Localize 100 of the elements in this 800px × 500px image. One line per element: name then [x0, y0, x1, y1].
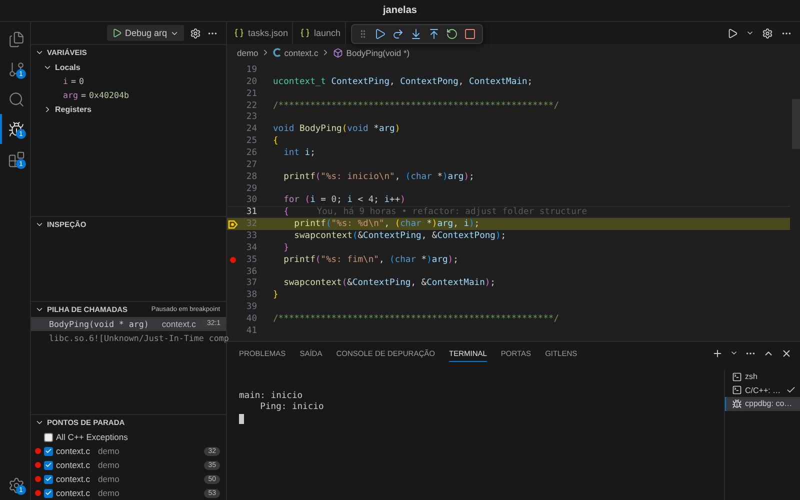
code-line: printf("%s: inicio\n", (char *)arg); — [282, 172, 474, 182]
line-number: 33 — [245, 230, 257, 241]
breadcrumb-item[interactable]: context.c — [284, 48, 318, 58]
step-out-icon[interactable] — [428, 28, 440, 40]
settings-icon[interactable] — [762, 28, 773, 38]
frame-file: context.c — [162, 318, 196, 329]
code-line: ucontext_t ContextPing, ContextPong, ContextMain; — [273, 76, 533, 87]
breakpoint-dot — [35, 448, 41, 454]
line-number: 29 — [245, 184, 257, 194]
terminal-item[interactable]: cppdbg: co… — [725, 397, 800, 410]
play-icon — [112, 28, 122, 38]
braces-icon — [234, 28, 244, 38]
step-over-icon[interactable] — [392, 28, 404, 40]
chevron-down-icon[interactable] — [35, 418, 44, 427]
variable-name: arg — [63, 90, 78, 100]
line-number: 34 — [245, 242, 257, 253]
checkbox[interactable] — [44, 488, 53, 498]
terminal-icon — [732, 385, 742, 396]
line-number: 37 — [245, 278, 257, 288]
line-number: 39 — [245, 302, 257, 312]
grip-icon[interactable] — [358, 29, 368, 39]
breakpoint-folder: demo — [98, 474, 120, 484]
code-line: } — [282, 242, 289, 253]
checkbox[interactable] — [44, 460, 53, 470]
files-icon — [8, 30, 24, 48]
breakpoint-file: context.c — [56, 488, 90, 498]
stack-frame[interactable]: libc.so.6![Unknown/Just-In-Time comp — [31, 330, 226, 345]
window-title: janelas — [383, 5, 417, 16]
continue-icon[interactable] — [374, 28, 386, 40]
terminal-item[interactable]: C/C++: … — [725, 384, 800, 397]
checkbox[interactable] — [44, 474, 53, 484]
line-number: 23 — [245, 112, 257, 122]
step-into-icon[interactable] — [410, 28, 422, 40]
terminal-line: main: inicio — [239, 391, 304, 402]
run-icon[interactable] — [727, 28, 738, 38]
breakpoint-folder: demo — [98, 488, 120, 498]
breakpoint-file: context.c — [56, 460, 90, 470]
breadcrumb-item[interactable]: demo — [237, 48, 258, 58]
tab-label: launch — [314, 28, 341, 38]
terminal[interactable]: main: inicio Ping: inicio — [227, 364, 724, 500]
variable-name: i — [63, 76, 68, 86]
breakpoint-dot — [35, 476, 41, 482]
debug-config-button[interactable]: Debug arq — [106, 25, 184, 42]
line-number: 38 — [245, 290, 257, 300]
terminal-name: cppdbg: co… — [745, 399, 792, 408]
terminal-icon — [732, 372, 742, 382]
stop-icon[interactable] — [464, 28, 476, 40]
breakpoint-dot[interactable] — [230, 256, 236, 263]
breakpoint-dot — [35, 490, 41, 496]
line-number: 36 — [245, 266, 257, 277]
line-number: 30 — [245, 195, 257, 206]
chevron-down-icon[interactable] — [730, 349, 738, 357]
code-line: /****************************************************/ — [273, 100, 559, 111]
code-line: int i; — [282, 148, 316, 158]
add-icon[interactable] — [712, 348, 723, 358]
variable-value: 0x40204b — [89, 90, 129, 100]
breakpoint-file: context.c — [56, 446, 90, 456]
terminal-name: zsh — [745, 372, 758, 382]
frame-name: BodyPing(void * arg) — [49, 318, 149, 329]
breadcrumb-item[interactable]: BodyPing(void *) — [346, 48, 410, 58]
scope-label: Locals — [55, 62, 80, 72]
code-line: printf("%s: %d\n", (char *)arg, i); — [293, 219, 480, 230]
code-line: /****************************************************/ — [273, 314, 559, 324]
line-number: 35 — [245, 254, 257, 265]
line-number: 41 — [245, 326, 257, 336]
chevron-right-icon[interactable] — [43, 104, 52, 114]
breakpoint-folder: demo — [98, 446, 120, 456]
equals-sign: = — [71, 76, 76, 86]
chevron-down-icon[interactable] — [746, 29, 754, 37]
terminal-item[interactable]: zsh — [725, 370, 800, 384]
line-number: 27 — [245, 160, 257, 170]
code-line: for (i = 0; i < 4; i++) — [282, 195, 406, 206]
bug-icon — [732, 398, 742, 409]
search-icon — [8, 90, 24, 108]
settings-icon — [8, 476, 24, 494]
line-number: 20 — [245, 76, 257, 87]
checkbox[interactable] — [44, 446, 53, 456]
tab-label: tasks.json — [248, 28, 288, 38]
line-number: 21 — [245, 88, 257, 99]
breakpoint-label: All C++ Exceptions — [56, 432, 128, 442]
line-number: 19 — [245, 64, 257, 75]
frame-name: libc.so.6![Unknown/Just-In-Time comp — [49, 332, 229, 343]
terminal-line: Ping: inicio — [259, 402, 325, 413]
settings-icon[interactable] — [190, 28, 201, 39]
line-number: 40 — [245, 314, 257, 324]
restart-icon[interactable] — [446, 28, 458, 40]
line-number: 22 — [245, 100, 257, 111]
breakpoint-file: context.c — [56, 474, 90, 484]
close-icon[interactable] — [781, 348, 792, 358]
line-number: 25 — [245, 136, 257, 146]
terminal-name: C/C++: … — [745, 386, 781, 395]
code-line: { — [282, 207, 289, 218]
checkbox[interactable] — [44, 432, 53, 442]
braces-icon — [300, 28, 310, 38]
line-number: 31 — [245, 207, 257, 218]
line-number: 28 — [245, 172, 257, 182]
breakpoint-folder: demo — [98, 460, 120, 470]
blocks-icon — [8, 150, 24, 168]
blame-annotation: You, há 9 horas • refactor: adjust folder structure — [316, 207, 587, 218]
line-number: 24 — [245, 124, 257, 134]
